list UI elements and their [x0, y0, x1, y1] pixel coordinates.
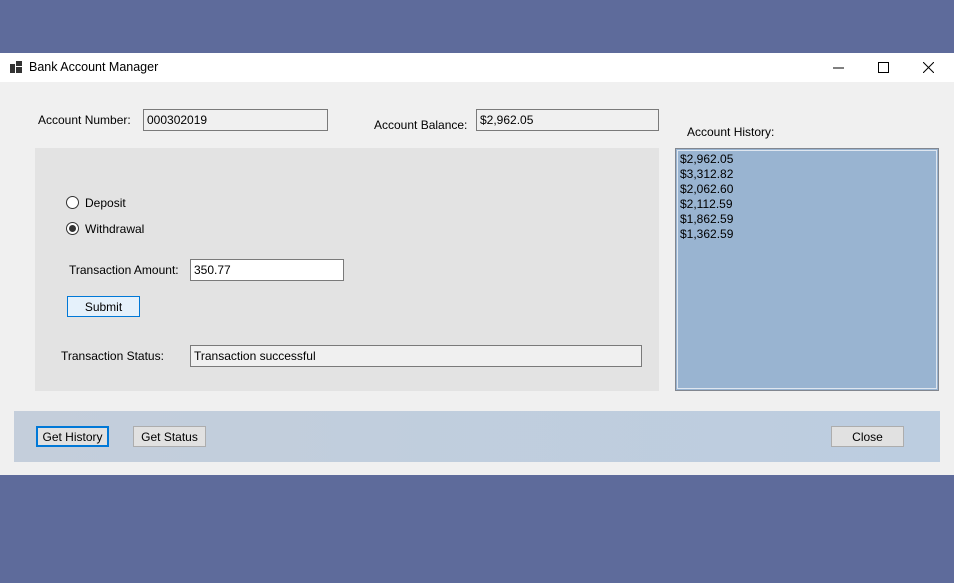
list-item[interactable]: $1,362.59 [680, 227, 934, 242]
maximize-button[interactable] [861, 53, 906, 82]
account-history-list[interactable]: $2,962.05 $3,312.82 $2,062.60 $2,112.59 … [675, 148, 939, 391]
close-button[interactable]: Close [831, 426, 904, 447]
withdrawal-label[interactable]: Withdrawal [85, 222, 144, 236]
list-item[interactable]: $3,312.82 [680, 167, 934, 182]
transaction-amount-input[interactable] [190, 259, 344, 281]
transaction-amount-label: Transaction Amount: [69, 263, 179, 277]
minimize-button[interactable] [816, 53, 861, 82]
transaction-panel: Deposit Withdrawal Transaction Amount: S… [35, 148, 659, 391]
title-bar[interactable]: Bank Account Manager [0, 53, 954, 82]
list-item[interactable]: $2,112.59 [680, 197, 934, 212]
app-window: Bank Account Manager Account Number: 000… [0, 53, 954, 475]
transaction-status-field[interactable]: Transaction successful [190, 345, 642, 367]
account-history-label: Account History: [687, 125, 775, 139]
window-title: Bank Account Manager [29, 60, 159, 74]
list-item[interactable]: $2,062.60 [680, 182, 934, 197]
app-icon [10, 61, 22, 73]
history-items: $2,962.05 $3,312.82 $2,062.60 $2,112.59 … [677, 150, 937, 389]
close-icon [923, 62, 934, 73]
account-balance-label: Account Balance: [374, 118, 468, 132]
list-item[interactable]: $1,862.59 [680, 212, 934, 227]
withdrawal-radio[interactable] [66, 222, 79, 235]
deposit-label[interactable]: Deposit [85, 196, 126, 210]
account-number-field[interactable]: 000302019 [143, 109, 328, 131]
account-balance-field[interactable]: $2,962.05 [476, 109, 659, 131]
close-window-button[interactable] [906, 53, 951, 82]
get-history-button[interactable]: Get History [36, 426, 109, 447]
transaction-status-label: Transaction Status: [61, 349, 164, 363]
maximize-icon [878, 62, 889, 73]
get-status-button[interactable]: Get Status [133, 426, 206, 447]
deposit-radio[interactable] [66, 196, 79, 209]
list-item[interactable]: $2,962.05 [680, 152, 934, 167]
submit-button[interactable]: Submit [67, 296, 140, 317]
action-bar: Get History Get Status Close [14, 411, 940, 462]
minimize-icon [833, 67, 844, 69]
account-number-label: Account Number: [38, 113, 131, 127]
